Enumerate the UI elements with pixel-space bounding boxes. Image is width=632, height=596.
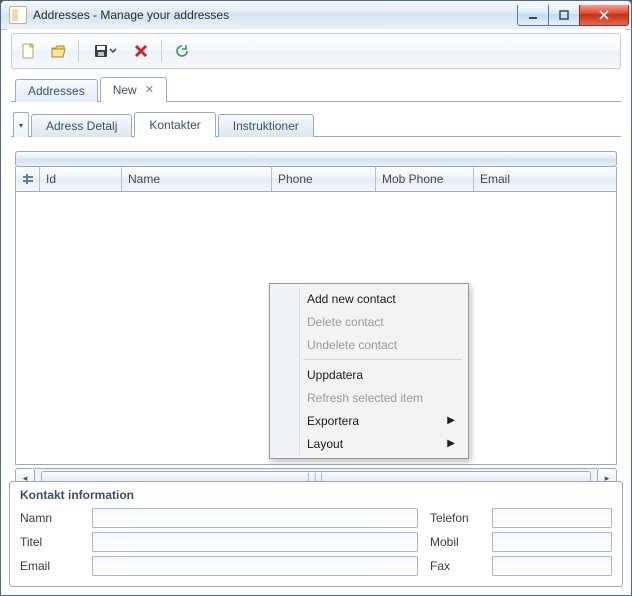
name-label: Namn <box>20 511 80 525</box>
save-icon <box>93 43 109 59</box>
tab-overflow-button[interactable]: ▾ <box>13 112 29 137</box>
tab-label: Addresses <box>28 84 85 98</box>
app-icon <box>9 6 27 24</box>
phone-field[interactable] <box>492 508 612 528</box>
menu-exportera[interactable]: Exportera ▶ <box>273 409 465 432</box>
column-label: Mob Phone <box>382 172 443 186</box>
column-label: Email <box>480 172 510 186</box>
email-label: Email <box>20 559 80 573</box>
minimize-button[interactable] <box>517 5 549 26</box>
refresh-button[interactable] <box>172 41 192 61</box>
new-button[interactable] <box>18 41 38 61</box>
mobile-field[interactable] <box>492 532 612 552</box>
document-tabs: Addresses New ✕ <box>11 75 621 102</box>
menu-undelete-contact: Undelete contact <box>273 333 465 356</box>
menu-label: Add new contact <box>307 292 396 306</box>
column-header-phone[interactable]: Phone <box>272 167 376 191</box>
client-area: Addresses New ✕ ▾ Adress Detalj Kontakte… <box>7 29 625 589</box>
menu-delete-contact: Delete contact <box>273 310 465 333</box>
subtab-instruktioner[interactable]: Instruktioner <box>218 114 314 137</box>
menu-separator <box>303 359 462 360</box>
grid-group-bar[interactable] <box>15 151 617 167</box>
contact-fields: Namn Telefon Titel Mobil Email Fax <box>20 508 612 576</box>
menu-label: Layout <box>307 437 343 451</box>
column-label: Name <box>128 172 160 186</box>
column-header-id[interactable]: Id <box>40 167 122 191</box>
refresh-icon <box>174 43 190 59</box>
row-indicator-header[interactable] <box>16 167 40 191</box>
menu-refresh-selected: Refresh selected item <box>273 386 465 409</box>
name-field[interactable] <box>92 508 418 528</box>
window-title: Addresses - Manage your addresses <box>33 8 518 22</box>
delete-button[interactable] <box>131 41 151 61</box>
maximize-icon <box>559 10 569 20</box>
menu-uppdatera[interactable]: Uppdatera <box>273 363 465 386</box>
menu-label: Uppdatera <box>307 368 363 382</box>
email-field[interactable] <box>92 556 418 576</box>
column-header-email[interactable]: Email <box>474 167 616 191</box>
new-file-icon <box>20 43 36 59</box>
fax-field[interactable] <box>492 556 612 576</box>
panel-title: Kontakt information <box>20 488 612 502</box>
maximize-button[interactable] <box>548 5 580 26</box>
menu-label: Delete contact <box>307 315 384 329</box>
column-header-name[interactable]: Name <box>122 167 272 191</box>
open-button[interactable] <box>48 41 68 61</box>
toolbar-separator <box>161 40 162 62</box>
title-label: Titel <box>20 535 80 549</box>
delete-icon <box>133 43 149 59</box>
close-icon <box>599 10 609 20</box>
fax-label: Fax <box>430 559 480 573</box>
subtab-adress-detalj[interactable]: Adress Detalj <box>31 114 132 137</box>
sub-tabs: ▾ Adress Detalj Kontakter Instruktioner <box>11 110 621 137</box>
tab-new[interactable]: New ✕ <box>100 77 167 102</box>
title-field[interactable] <box>92 532 418 552</box>
minimize-icon <box>528 10 538 20</box>
menu-label: Undelete contact <box>307 338 397 352</box>
close-button[interactable] <box>579 5 629 26</box>
mobile-label: Mobil <box>430 535 480 549</box>
row-indicator-icon <box>22 173 33 185</box>
phone-label: Telefon <box>430 511 480 525</box>
menu-label: Exportera <box>307 414 359 428</box>
toolbar <box>11 33 621 69</box>
open-folder-icon <box>50 43 66 59</box>
submenu-arrow-icon: ▶ <box>447 415 455 426</box>
menu-add-new-contact[interactable]: Add new contact <box>273 287 465 310</box>
tab-close-button[interactable]: ✕ <box>145 85 154 96</box>
subtab-label: Adress Detalj <box>46 119 117 133</box>
window-buttons <box>518 5 629 25</box>
toolbar-separator <box>78 40 79 62</box>
column-label: Phone <box>278 172 313 186</box>
column-header-mob-phone[interactable]: Mob Phone <box>376 167 474 191</box>
subtab-label: Instruktioner <box>233 119 299 133</box>
save-split-button[interactable] <box>89 41 121 61</box>
app-window: Addresses - Manage your addresses <box>0 0 632 596</box>
menu-layout[interactable]: Layout ▶ <box>273 432 465 455</box>
tab-label: New <box>113 83 137 97</box>
submenu-arrow-icon: ▶ <box>447 438 455 449</box>
subtab-label: Kontakter <box>149 118 200 132</box>
contact-info-panel: Kontakt information Namn Telefon Titel M… <box>9 481 623 587</box>
tab-addresses[interactable]: Addresses <box>15 79 98 102</box>
menu-label: Refresh selected item <box>307 391 423 405</box>
chevron-down-icon <box>109 43 117 59</box>
column-label: Id <box>46 172 56 186</box>
context-menu: Add new contact Delete contact Undelete … <box>269 283 469 459</box>
subtab-kontakter[interactable]: Kontakter <box>134 112 215 137</box>
chevron-down-icon: ▾ <box>19 121 23 130</box>
grid-header: Id Name Phone Mob Phone Email <box>15 167 617 192</box>
titlebar: Addresses - Manage your addresses <box>1 1 631 30</box>
